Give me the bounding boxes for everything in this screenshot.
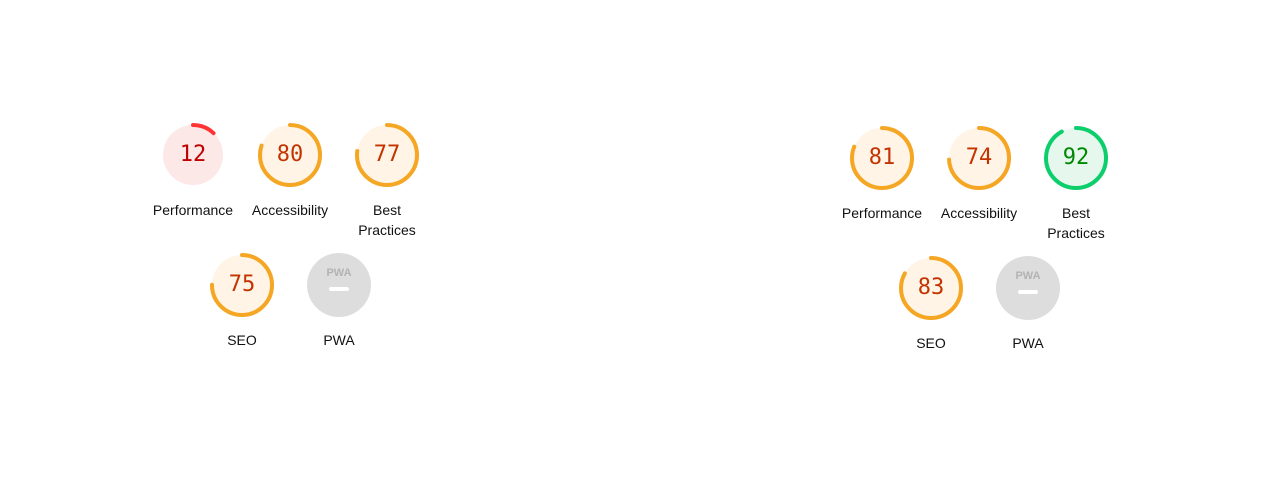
gauge-label: PWA [323, 332, 355, 348]
gauge-ring: 80 [257, 122, 323, 188]
gauge-best-practices[interactable]: 77 Best Practices [337, 122, 437, 240]
pwa-badge-background [307, 253, 371, 317]
gauge-score: 75 [228, 272, 256, 297]
gauge-pwa[interactable]: PWA PWA [978, 255, 1078, 353]
gauge-ring: 75 [209, 252, 275, 318]
pwa-badge-icon: PWA [1015, 270, 1040, 282]
gauge-score: 77 [373, 142, 401, 167]
gauge-score: 81 [868, 145, 896, 170]
report-left-scores: 12 Performance 80 Accessibility 77 Best … [143, 122, 443, 352]
gauge-ring: 92 [1043, 125, 1109, 191]
gauge-label: Accessibility [940, 205, 1018, 221]
pwa-badge-icon: PWA [326, 267, 351, 279]
gauge-seo[interactable]: 75 SEO [192, 252, 292, 350]
gauge-label: Performance [152, 202, 234, 218]
gauge-label: PWA [1012, 335, 1044, 351]
gauge-pwa[interactable]: PWA PWA [289, 252, 389, 350]
gauge-label: Best Practices [1047, 205, 1105, 241]
pwa-dash-icon [1018, 290, 1038, 294]
gauge-score: 83 [917, 275, 945, 300]
pwa-dash-icon [329, 287, 349, 291]
gauge-ring: 83 [898, 255, 964, 321]
gauge-accessibility[interactable]: 74 Accessibility [929, 125, 1029, 223]
gauge-score: 92 [1062, 145, 1090, 170]
gauge-ring: 74 [946, 125, 1012, 191]
gauge-ring: 77 [354, 122, 420, 188]
gauge-score: 12 [179, 142, 207, 167]
gauge-seo[interactable]: 83 SEO [881, 255, 981, 353]
pwa-badge-background [996, 256, 1060, 320]
gauge-ring: 81 [849, 125, 915, 191]
gauge-accessibility[interactable]: 80 Accessibility [240, 122, 340, 220]
gauge-ring: 12 [160, 122, 226, 188]
gauge-label: Best Practices [358, 202, 416, 238]
gauge-ring: PWA [306, 252, 372, 318]
report-right-scores: 81 Performance 74 Accessibility 92 Best … [832, 125, 1132, 355]
gauge-best-practices[interactable]: 92 Best Practices [1026, 125, 1126, 243]
gauge-svg: PWA [307, 253, 371, 317]
gauge-score: 74 [965, 145, 993, 170]
gauge-label: Performance [841, 205, 923, 221]
gauge-performance[interactable]: 81 Performance [832, 125, 932, 223]
gauge-ring: PWA [995, 255, 1061, 321]
gauge-label: SEO [916, 335, 946, 351]
gauge-svg: PWA [996, 256, 1060, 320]
gauge-score: 80 [276, 142, 304, 167]
gauge-label: SEO [227, 332, 257, 348]
gauge-performance[interactable]: 12 Performance [143, 122, 243, 220]
gauge-label: Accessibility [251, 202, 329, 218]
